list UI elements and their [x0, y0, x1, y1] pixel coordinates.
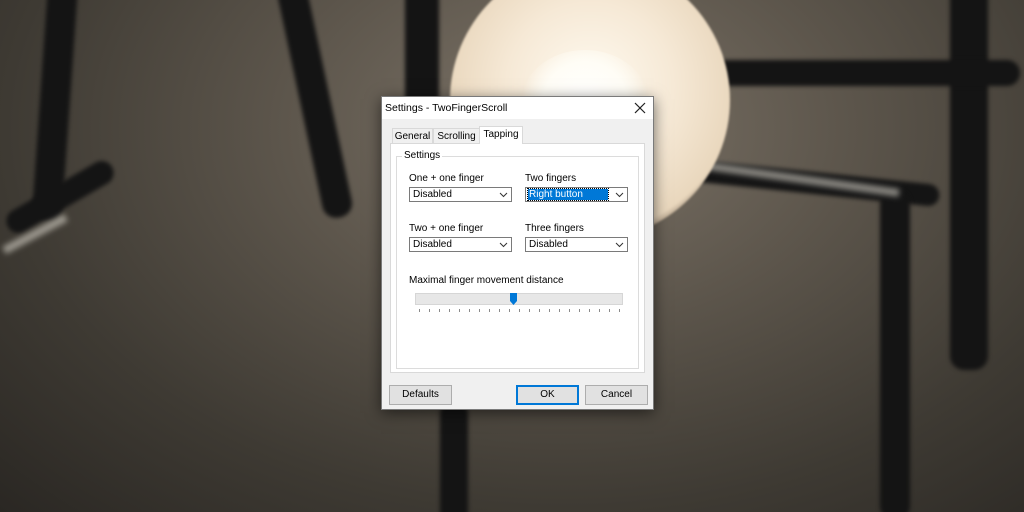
button-label: Cancel — [600, 389, 633, 400]
slider-tick — [459, 309, 460, 312]
button-label: Defaults — [402, 389, 439, 400]
settings-groupbox: Settings One + one finger Disabled Two f… — [396, 150, 639, 369]
dropdown-value: Disabled — [529, 239, 568, 250]
slider-ticks — [415, 309, 623, 313]
slider-tick — [569, 309, 570, 312]
title-bar[interactable]: Settings - TwoFingerScroll — [382, 97, 653, 119]
one-plus-one-finger-dropdown[interactable]: Disabled — [409, 187, 512, 202]
slider-thumb[interactable] — [509, 293, 517, 305]
two-plus-one-finger-dropdown[interactable]: Disabled — [409, 237, 512, 252]
slider-tick — [609, 309, 610, 312]
chevron-down-icon — [499, 192, 508, 198]
background-pipe — [880, 190, 910, 512]
window-title: Settings - TwoFingerScroll — [385, 102, 508, 114]
slider-tick — [529, 309, 530, 312]
movement-distance-slider[interactable] — [415, 293, 623, 321]
background-pipe — [275, 0, 355, 221]
slider-tick — [589, 309, 590, 312]
slider-track[interactable] — [415, 293, 623, 305]
close-button[interactable] — [631, 99, 649, 117]
slider-tick — [449, 309, 450, 312]
slider-tick — [519, 309, 520, 312]
two-plus-one-finger-label: Two + one finger — [409, 223, 484, 234]
tab-label: Scrolling — [437, 131, 476, 142]
dropdown-value: Disabled — [413, 239, 452, 250]
dropdown-value: Right button — [527, 188, 609, 201]
chevron-down-icon — [615, 192, 624, 198]
ok-button[interactable]: OK — [516, 385, 579, 405]
two-fingers-dropdown[interactable]: Right button — [525, 187, 628, 202]
three-fingers-dropdown[interactable]: Disabled — [525, 237, 628, 252]
background-pipe — [950, 0, 988, 370]
close-icon — [634, 102, 646, 114]
one-plus-one-finger-label: One + one finger — [409, 173, 484, 184]
settings-dialog: Settings - TwoFingerScroll General Scrol… — [381, 96, 654, 410]
slider-tick — [429, 309, 430, 312]
slider-tick — [469, 309, 470, 312]
tapping-tab-panel: Settings One + one finger Disabled Two f… — [390, 143, 645, 373]
chevron-down-icon — [499, 242, 508, 248]
slider-tick — [599, 309, 600, 312]
slider-tick — [439, 309, 440, 312]
two-fingers-label: Two fingers — [525, 173, 577, 184]
movement-distance-label: Maximal finger movement distance — [409, 275, 564, 286]
tab-tapping[interactable]: Tapping — [479, 126, 523, 144]
background-pipe — [440, 400, 468, 512]
button-label: OK — [540, 389, 555, 400]
three-fingers-label: Three fingers — [525, 223, 584, 234]
slider-tick — [509, 309, 510, 312]
tab-general[interactable]: General — [392, 128, 433, 143]
chevron-down-icon — [615, 242, 624, 248]
tab-scrolling[interactable]: Scrolling — [433, 128, 480, 143]
tab-label: General — [394, 131, 431, 142]
cancel-button[interactable]: Cancel — [585, 385, 648, 405]
desktop-background: Settings - TwoFingerScroll General Scrol… — [0, 0, 1024, 512]
defaults-button[interactable]: Defaults — [389, 385, 452, 405]
slider-tick — [489, 309, 490, 312]
slider-tick — [549, 309, 550, 312]
dropdown-value: Disabled — [413, 189, 452, 200]
slider-tick — [619, 309, 620, 312]
slider-tick — [539, 309, 540, 312]
slider-tick — [499, 309, 500, 312]
groupbox-title: Settings — [402, 150, 443, 161]
slider-tick — [579, 309, 580, 312]
slider-tick — [419, 309, 420, 312]
tab-label: Tapping — [483, 129, 519, 140]
slider-tick — [559, 309, 560, 312]
slider-tick — [479, 309, 480, 312]
